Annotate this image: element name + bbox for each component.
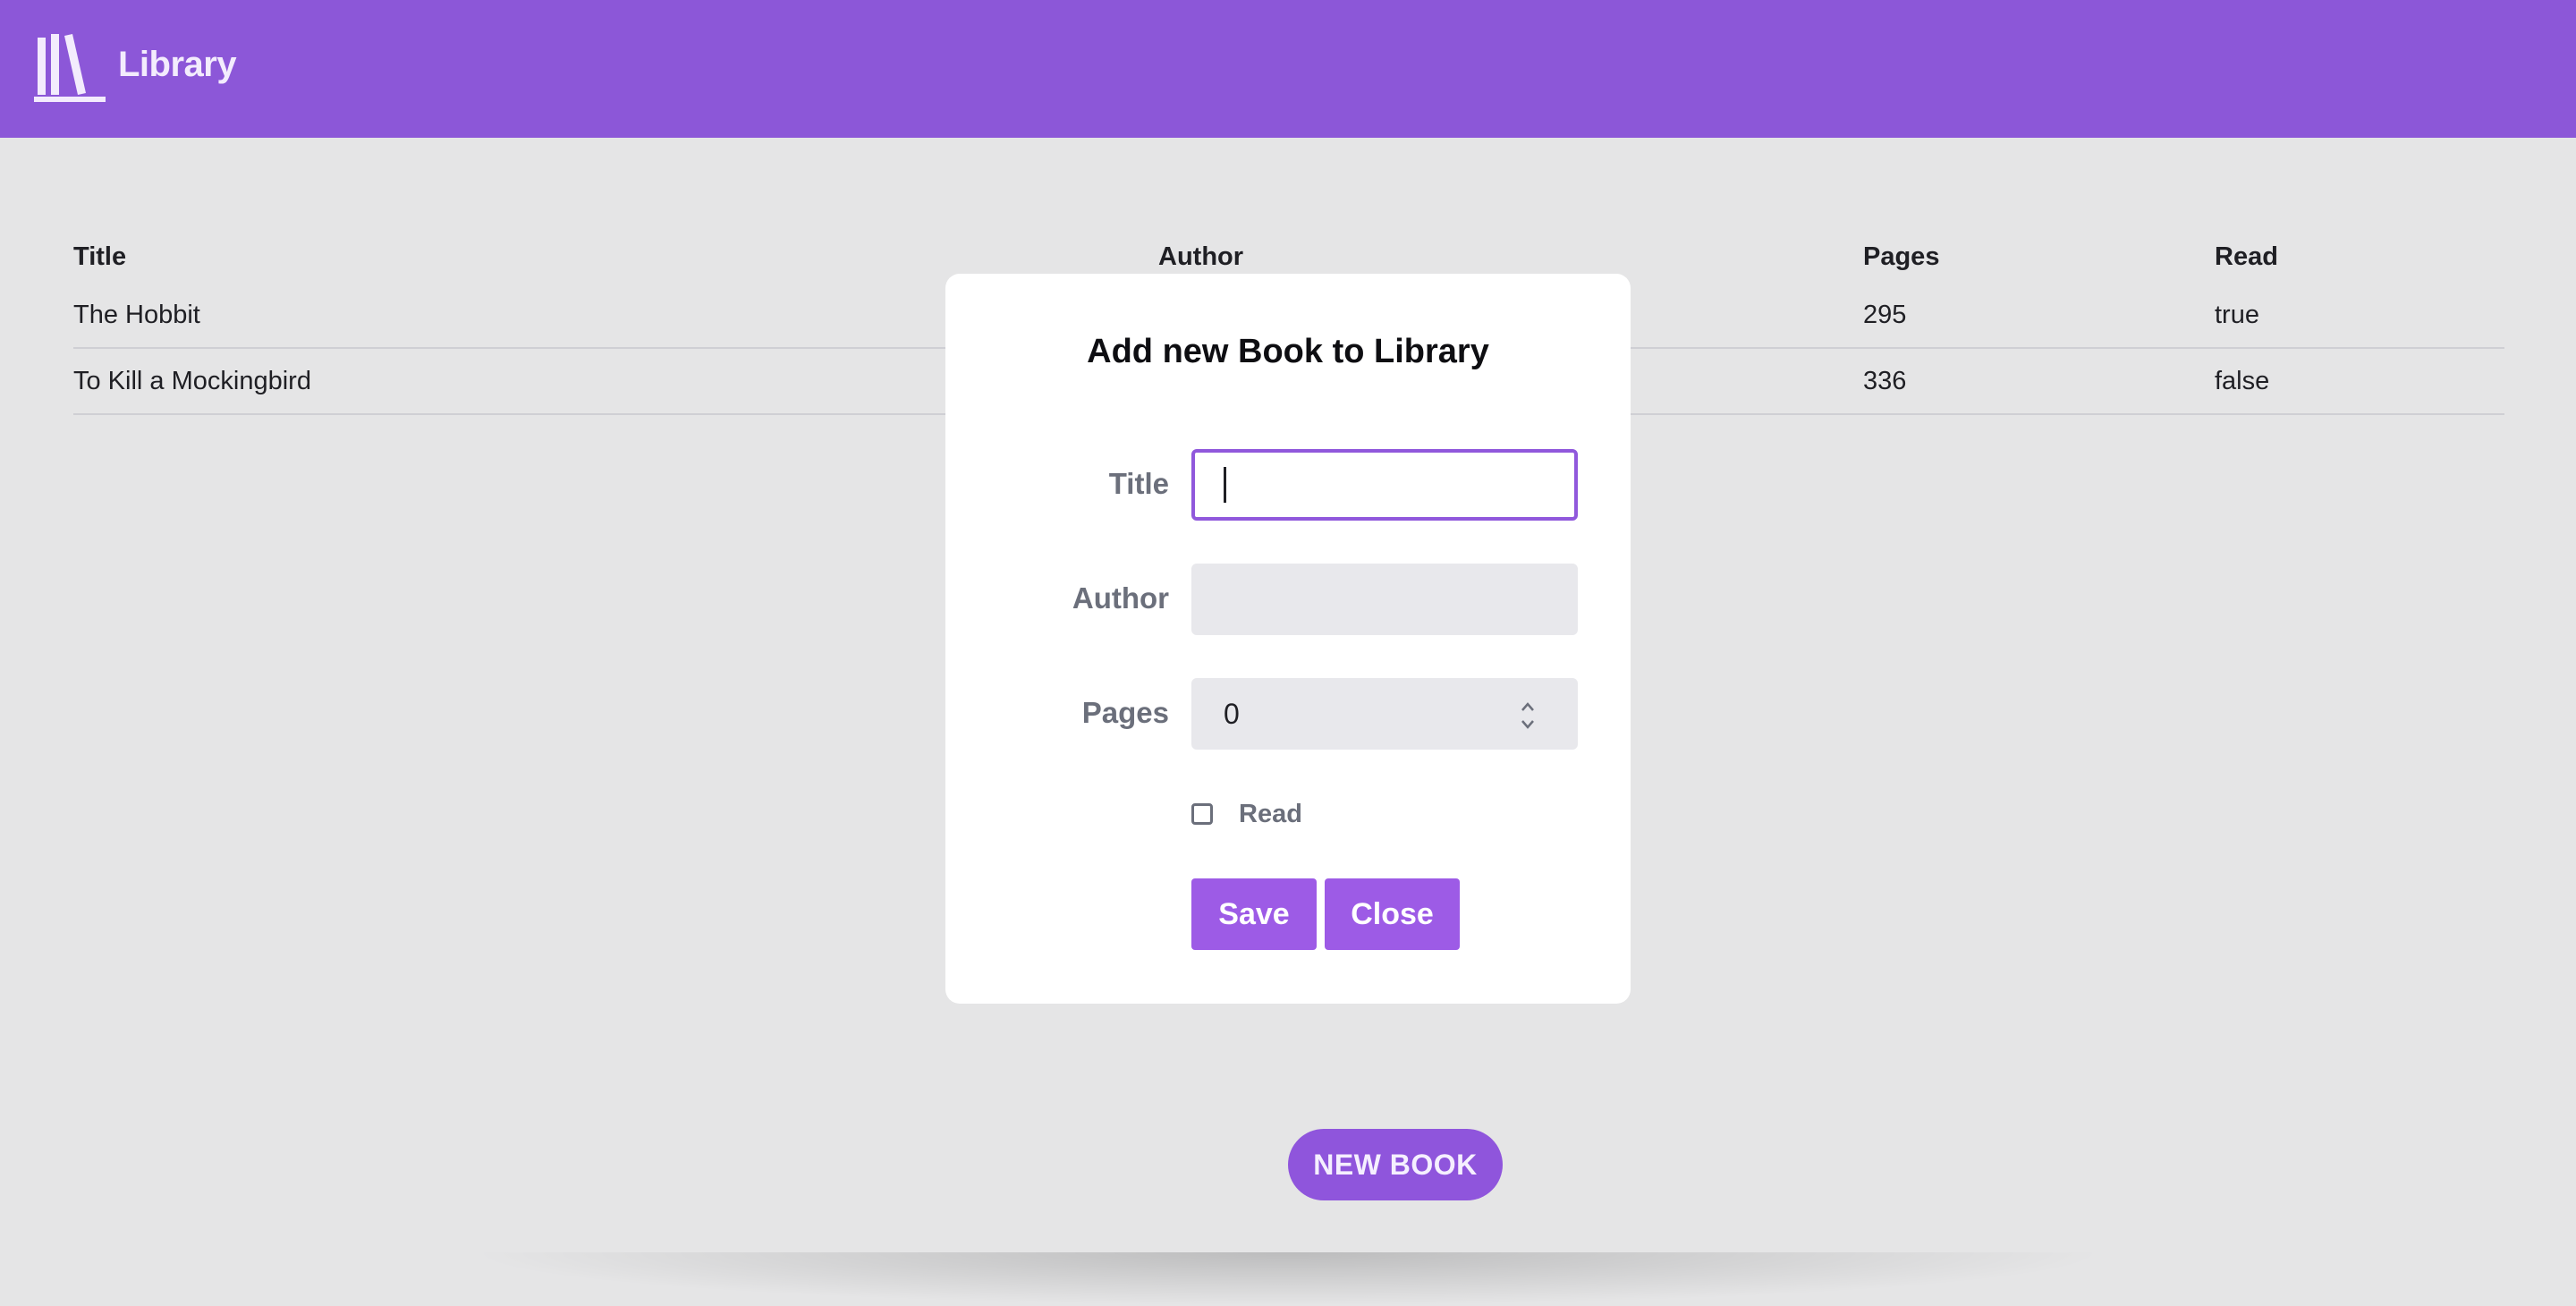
text-caret	[1224, 467, 1226, 503]
title-input[interactable]	[1191, 449, 1578, 521]
cell-read: true	[2215, 283, 2504, 349]
read-checkbox[interactable]	[1191, 803, 1213, 825]
bookshelf-icon	[34, 34, 106, 102]
cell-pages: 336	[1863, 348, 2215, 415]
new-book-button[interactable]: NEW BOOK	[1288, 1129, 1503, 1200]
app-title: Library	[118, 45, 237, 84]
close-button[interactable]: Close	[1325, 878, 1460, 950]
read-label: Read	[1239, 800, 1302, 828]
add-book-dialog: Add new Book to Library Title Author Pag…	[945, 274, 1631, 1004]
column-header-read: Read	[2215, 242, 2278, 271]
cell-pages: 295	[1863, 283, 2215, 349]
pages-label: Pages	[1081, 696, 1169, 729]
bottom-shadow	[465, 1252, 2111, 1306]
save-button[interactable]: Save	[1191, 878, 1317, 950]
dialog-title: Add new Book to Library	[1087, 333, 1489, 370]
cell-read: false	[2215, 348, 2504, 415]
author-input[interactable]	[1191, 564, 1578, 635]
author-label: Author	[1072, 581, 1169, 615]
stepper-arrows-icon[interactable]	[1518, 700, 1538, 732]
column-header-pages: Pages	[1863, 242, 1940, 271]
title-label: Title	[1108, 467, 1169, 500]
pages-value: 0	[1224, 698, 1240, 730]
app-header: Library	[0, 0, 2576, 138]
